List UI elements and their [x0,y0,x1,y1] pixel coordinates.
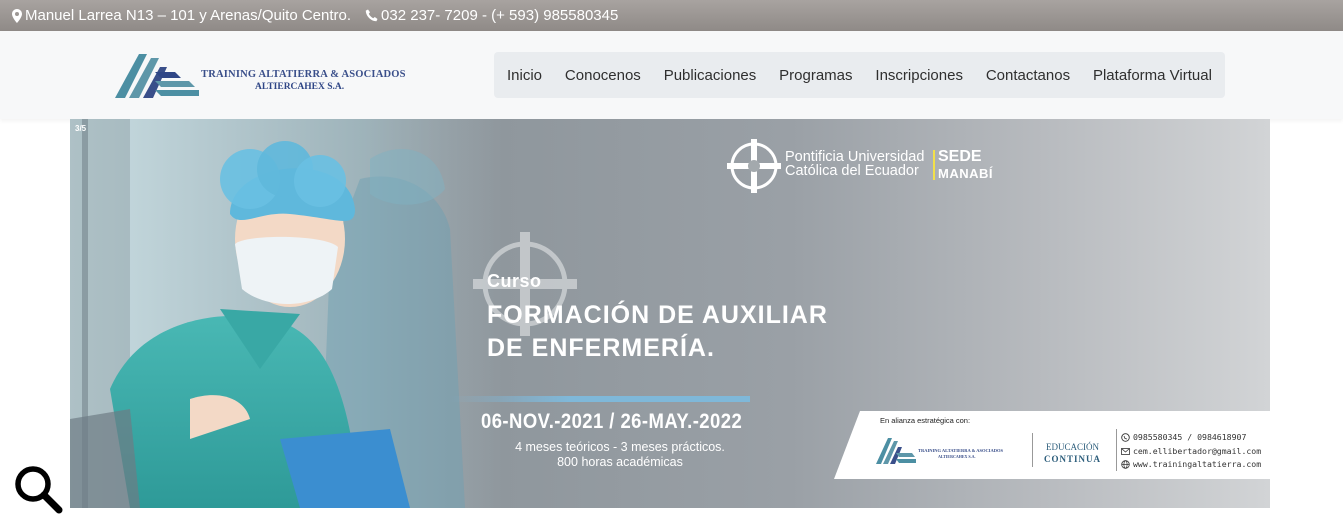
alliance-logo-icon [876,438,916,464]
site-header: TRAINING ALTATIERRA & ASOCIADOS ALTIERCA… [0,31,1343,119]
course-title: FORMACIÓN DE AUXILIAR DE ENFERMERÍA. [487,299,828,365]
university-separator [933,150,935,180]
main-nav: Inicio Conocenos Publicaciones Programas… [494,52,1225,98]
alliance-web-row: www.trainingaltatierra.com [1120,458,1261,472]
alliance-label: En alianza estratégica con: [880,416,971,425]
education-line1: EDUCACIÓN [1046,442,1099,452]
course-details: 4 meses teóricos - 3 meses prácticos. 80… [485,440,755,470]
nav-inicio[interactable]: Inicio [507,67,542,84]
education-line2: CONTINUA [1044,454,1102,464]
university-campus: MANABÍ [938,166,993,181]
phone-icon [365,9,378,22]
university-line2: Católica del Ecuador [785,163,919,179]
globe-icon [1120,460,1130,470]
alliance-banner: En alianza estratégica con: TRAINING ALT… [834,411,1270,479]
logo-line1: TRAINING ALTATIERRA & ASOCIADOS [201,69,406,80]
course-title-line1: FORMACIÓN DE AUXILIAR [487,301,828,329]
nurse-photo [70,119,490,508]
slide-counter: 3/5 [75,124,87,133]
course-detail-line1: 4 meses teóricos - 3 meses prácticos. [515,440,725,454]
logo-line2: ALTIERCAHEX S.A. [255,82,345,92]
nav-plataforma-virtual[interactable]: Plataforma Virtual [1093,67,1212,84]
university-line1: Pontificia Universidad [785,149,925,165]
nav-programas[interactable]: Programas [779,67,852,84]
nav-publicaciones[interactable]: Publicaciones [664,67,757,84]
top-info-bar: Manuel Larrea N13 – 101 y Arenas/Quito C… [0,0,1343,31]
course-dates: 06-NOV.-2021 / 26-MAY.-2022 [481,410,743,433]
university-logo: Pontificia Universidad Católica del Ecua… [725,137,1025,197]
course-kicker: Curso [487,271,542,291]
university-cross-icon [727,139,781,193]
alliance-web: www.trainingaltatierra.com [1133,459,1262,469]
alliance-logo-line1: TRAINING ALTATIERRA & ASOCIADOS [918,448,1004,453]
alliance-email-row: cem.ellibertador@gmail.com [1120,445,1261,459]
alliance-phone-row: 0985580345 / 0984618907 [1120,431,1261,445]
phone-text: 032 237- 7209 - (+ 593) 985580345 [381,7,619,24]
alliance-email: cem.ellibertador@gmail.com [1133,445,1262,456]
whatsapp-icon [1120,433,1130,443]
phone-info: 032 237- 7209 - (+ 593) 985580345 [365,7,618,24]
accent-bar [450,396,750,402]
alliance-logo-line2: ALTIERCAHEX S.A. [938,454,976,459]
nav-contactanos[interactable]: Contactanos [986,67,1070,84]
university-sede: SEDE [938,148,982,165]
envelope-icon [1120,446,1130,456]
alliance-separator [1032,433,1033,467]
address-info: Manuel Larrea N13 – 101 y Arenas/Quito C… [12,7,351,24]
alliance-contacts: 0985580345 / 0984618907 cem.ellibertador… [1120,431,1261,472]
alliance-separator [1116,429,1117,471]
course-title-line2: DE ENFERMERÍA. [487,334,715,362]
logo-mark-icon [115,54,199,98]
course-detail-line2: 800 horas académicas [557,455,683,469]
map-marker-icon [12,8,22,23]
nav-inscripciones[interactable]: Inscripciones [875,67,963,84]
alliance-phones: 0985580345 / 0984618907 [1133,432,1247,442]
address-text: Manuel Larrea N13 – 101 y Arenas/Quito C… [25,7,352,24]
search-icon[interactable] [12,463,64,515]
education-label: EDUCACIÓN CONTINUA [1044,441,1101,465]
university-name: Pontificia Universidad Católica del Ecua… [785,149,925,179]
nav-conocenos[interactable]: Conocenos [565,67,641,84]
site-logo[interactable]: TRAINING ALTATIERRA & ASOCIADOS ALTIERCA… [115,50,425,100]
hero-slider[interactable]: 3/5 Pontificia Universidad Católica del … [70,119,1270,508]
